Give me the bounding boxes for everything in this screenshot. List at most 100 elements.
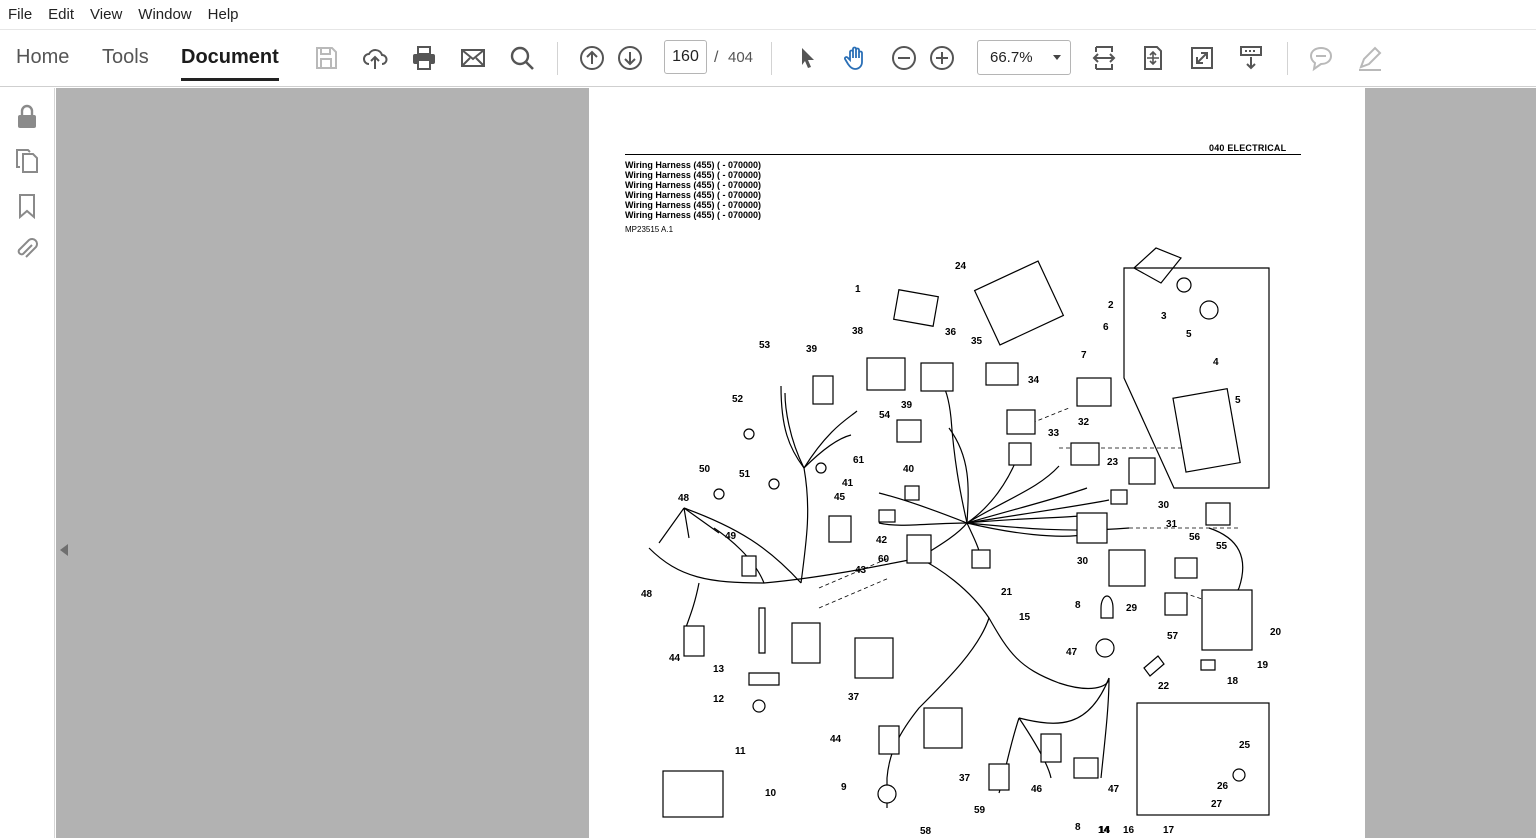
fit-width-icon (1092, 46, 1116, 70)
callout-label: 51 (739, 469, 751, 480)
callout-label: 48 (678, 493, 690, 504)
menu-view[interactable]: View (82, 6, 130, 23)
bookmarks-button[interactable] (12, 191, 42, 221)
tab-document[interactable]: Document (181, 46, 279, 81)
callout-label: 60 (878, 554, 890, 565)
zoom-out-icon (892, 46, 916, 70)
save-button[interactable] (310, 42, 342, 74)
callout-label: 1 (855, 284, 861, 295)
callout-label: 44 (669, 653, 681, 664)
print-button[interactable] (408, 42, 440, 74)
menu-file[interactable]: File (0, 6, 40, 23)
callout-label: 24 (955, 261, 967, 272)
mail-icon (461, 49, 485, 67)
callout-label: 37 (848, 692, 860, 703)
select-tool-button[interactable] (791, 42, 823, 74)
callout-label: 20 (1270, 627, 1282, 638)
zoom-in-icon (930, 46, 954, 70)
comment-button[interactable] (1305, 42, 1337, 74)
tab-tools[interactable]: Tools (102, 46, 149, 69)
callout-label: 38 (852, 326, 864, 337)
callout-label: 35 (971, 336, 983, 347)
page-number-input[interactable]: 160 (664, 40, 707, 74)
callout-label: 61 (853, 455, 865, 466)
callout-label: 31 (1166, 519, 1178, 530)
callout-label: 17 (1163, 825, 1175, 836)
callout-label: 44 (830, 734, 842, 745)
harness-components (662, 247, 1270, 818)
pointer-icon (802, 48, 814, 68)
pages-button[interactable] (12, 146, 42, 176)
zoom-select[interactable]: 66.7% (977, 40, 1071, 75)
callout-label: 18 (1227, 676, 1239, 687)
comment-icon (1309, 46, 1333, 72)
menu-help[interactable]: Help (200, 6, 247, 23)
hand-tool-button[interactable] (840, 42, 872, 74)
callout-label: 47 (1108, 784, 1120, 795)
callout-label: 45 (834, 492, 846, 503)
callout-label: 10 (765, 788, 777, 799)
callout-label: 15 (1019, 612, 1031, 623)
diagram-callouts: 1 2 3 4 5 5 6 7 8 8 9 10 11 12 13 14 15 … (641, 261, 1282, 837)
callout-label: 54 (879, 410, 891, 421)
callout-label: 33 (1048, 428, 1060, 439)
callout-label: 3 (1161, 311, 1167, 322)
left-rail (0, 88, 55, 838)
page-total: 404 (728, 49, 754, 66)
menu-edit[interactable]: Edit (40, 6, 82, 23)
callout-label: 14 (1099, 825, 1111, 836)
menu-window[interactable]: Window (130, 6, 199, 23)
next-page-button[interactable] (614, 42, 646, 74)
zoom-in-button[interactable] (926, 42, 958, 74)
callout-label: 27 (1211, 799, 1223, 810)
callout-label: 30 (1077, 556, 1089, 567)
callout-label: 43 (855, 565, 867, 576)
document-viewport[interactable]: 040 ELECTRICAL Wiring Harness (455) ( - … (56, 88, 1536, 838)
callout-label: 41 (842, 478, 854, 489)
draw-button[interactable] (1354, 42, 1386, 74)
wiring-harness-diagram: 1 2 3 4 5 5 6 7 8 8 9 10 11 12 13 14 15 … (641, 247, 1282, 837)
callout-label: 6 (1103, 322, 1109, 333)
search-icon (510, 46, 534, 70)
scroll-mode-icon (1240, 46, 1262, 70)
toolbar-separator (1287, 42, 1288, 75)
callout-label: 9 (841, 782, 847, 793)
callout-label: 55 (1216, 541, 1228, 552)
full-screen-icon (1191, 47, 1213, 69)
panel-collapse-icon[interactable] (60, 544, 68, 556)
fit-page-icon (1144, 46, 1162, 70)
fit-page-button[interactable] (1137, 42, 1169, 74)
callout-label: 37 (959, 773, 971, 784)
full-screen-button[interactable] (1186, 42, 1218, 74)
previous-page-button[interactable] (576, 42, 608, 74)
callout-label: 11 (735, 746, 746, 757)
toolbar-separator (557, 42, 558, 75)
toolbar-separator (771, 42, 772, 75)
arrow-up-circle-icon (580, 46, 604, 70)
tab-home[interactable]: Home (16, 46, 69, 69)
toolbar: Home Tools Document 160 / 404 66.7% (0, 30, 1536, 87)
save-icon (316, 47, 337, 69)
zoom-value: 66.7% (990, 49, 1033, 66)
paperclip-icon (17, 238, 38, 258)
attachments-button[interactable] (12, 234, 42, 264)
callout-label: 5 (1235, 395, 1241, 406)
cloud-upload-icon (363, 49, 388, 69)
zoom-out-button[interactable] (888, 42, 920, 74)
scroll-mode-button[interactable] (1235, 42, 1267, 74)
upload-button[interactable] (359, 42, 391, 74)
hand-icon (844, 46, 863, 70)
mail-button[interactable] (457, 42, 489, 74)
callout-label: 7 (1081, 350, 1087, 361)
callout-label: 8 (1075, 600, 1081, 611)
callout-label: 57 (1167, 631, 1179, 642)
bookmark-icon (19, 194, 35, 219)
callout-label: 49 (725, 531, 737, 542)
callout-label: 19 (1257, 660, 1269, 671)
security-button[interactable] (12, 102, 42, 132)
callout-label: 40 (903, 464, 915, 475)
fit-width-button[interactable] (1088, 42, 1120, 74)
chevron-down-icon (1053, 55, 1061, 60)
search-button[interactable] (506, 42, 538, 74)
callout-label: 21 (1001, 587, 1013, 598)
